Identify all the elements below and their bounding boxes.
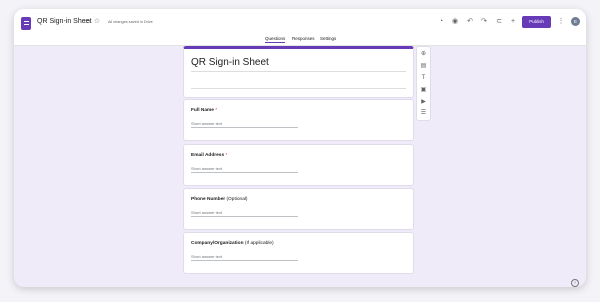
answer-line — [191, 127, 298, 128]
short-answer-placeholder: Short answer text — [191, 254, 223, 259]
undo-icon[interactable]: ↶ — [466, 18, 474, 26]
more-options-icon[interactable]: ⋮ — [557, 18, 565, 26]
import-questions-icon[interactable]: ▤ — [419, 62, 428, 71]
add-collaborator-icon[interactable]: + — [509, 18, 517, 26]
description-divider — [191, 88, 406, 89]
question-title: Phone Number (Optional) — [191, 197, 248, 202]
tab-responses[interactable]: Responses — [292, 36, 315, 41]
forms-logo-icon[interactable] — [21, 17, 31, 30]
question-title: Email Address * — [191, 153, 228, 158]
add-question-icon[interactable]: ⊕ — [419, 50, 428, 59]
short-answer-placeholder: Short answer text — [191, 166, 223, 171]
star-icon[interactable]: ☆ — [93, 18, 101, 26]
tab-questions[interactable]: Questions — [265, 36, 286, 43]
question-title: Company/Organization (If applicable) — [191, 241, 274, 246]
link-icon[interactable]: ⊂ — [495, 18, 503, 26]
add-image-icon[interactable]: ▣ — [419, 86, 428, 95]
avatar[interactable]: E — [571, 17, 580, 26]
short-answer-placeholder: Short answer text — [191, 210, 223, 215]
required-marker: * — [224, 153, 228, 158]
tab-settings[interactable]: Settings — [320, 36, 336, 41]
form-title-card[interactable]: QR Sign-in Sheet — [183, 46, 414, 98]
title-divider — [191, 71, 406, 72]
answer-line — [191, 216, 298, 217]
form-title[interactable]: QR Sign-in Sheet — [191, 57, 269, 68]
help-icon[interactable]: ? — [571, 279, 579, 287]
folder-icon[interactable]: ▭ — [83, 18, 91, 26]
short-answer-placeholder: Short answer text — [191, 121, 223, 126]
add-title-icon[interactable]: T — [419, 74, 428, 83]
question-title: Full Name * — [191, 108, 218, 113]
question-card-email[interactable]: Email Address * Short answer text — [183, 144, 414, 186]
header-bar: QR Sign-in Sheet ▭ ☆ All changes saved i… — [14, 9, 586, 46]
app-window: QR Sign-in Sheet ▭ ☆ All changes saved i… — [14, 9, 586, 287]
preview-eye-icon[interactable]: ◉ — [451, 18, 459, 26]
question-card-full-name[interactable]: Full Name * Short answer text — [183, 99, 414, 141]
side-toolbar: ⊕ ▤ T ▣ ▶ ☰ — [416, 46, 431, 121]
answer-line — [191, 172, 298, 173]
answer-line — [191, 260, 298, 261]
palette-icon[interactable]: ◔ — [437, 18, 445, 26]
question-card-company[interactable]: Company/Organization (If applicable) Sho… — [183, 232, 414, 274]
publish-button[interactable]: Publish — [522, 16, 551, 28]
add-section-icon[interactable]: ☰ — [419, 109, 428, 118]
redo-icon[interactable]: ↷ — [480, 18, 488, 26]
question-card-phone[interactable]: Phone Number (Optional) Short answer tex… — [183, 188, 414, 230]
save-status: All changes saved in Drive — [108, 20, 153, 24]
add-video-icon[interactable]: ▶ — [419, 98, 428, 107]
required-marker: * — [213, 108, 218, 113]
